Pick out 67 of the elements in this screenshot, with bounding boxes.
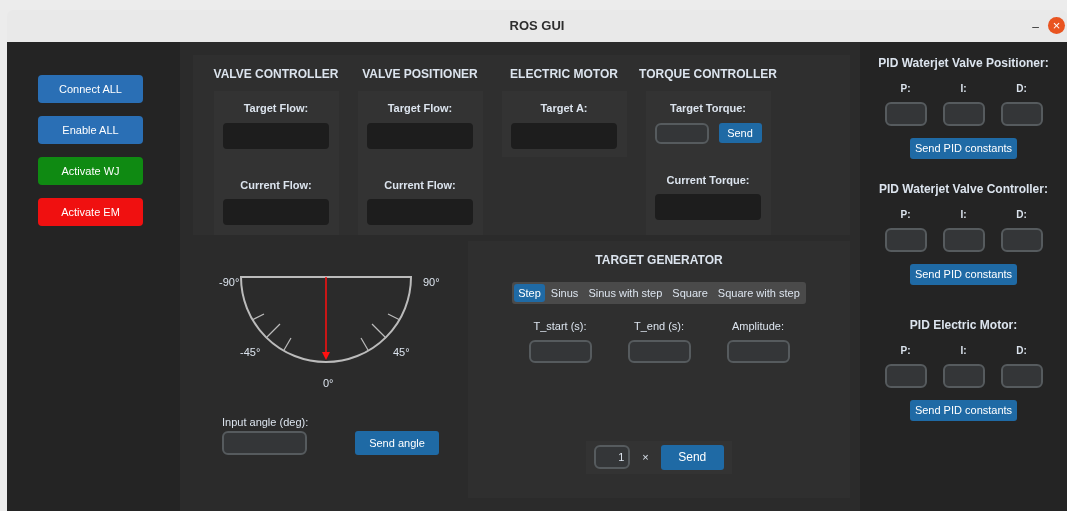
param-input-field[interactable]: [528, 339, 592, 363]
close-button[interactable]: ×: [1048, 17, 1065, 34]
angle-input-field[interactable]: [222, 431, 307, 455]
module-title: ELECTRIC MOTOR: [510, 66, 618, 83]
input-angle-label: Input angle (deg):: [222, 415, 309, 430]
module-title: VALVE CONTROLLER: [213, 66, 339, 83]
field-label: Current Torque:: [666, 172, 750, 188]
action-button[interactable]: Enable ALL: [38, 116, 143, 144]
gain-label: P:: [900, 208, 911, 222]
gain-input-field[interactable]: [884, 364, 927, 388]
param-label: T_start (s):: [533, 319, 587, 334]
gain-input-field[interactable]: [884, 228, 927, 252]
gain-input-field[interactable]: [942, 228, 985, 252]
send-pid-button[interactable]: Send PID constants: [910, 264, 1017, 285]
pid-title: PID Electric Motor:: [909, 317, 1018, 334]
input-field[interactable]: [654, 122, 709, 144]
action-button[interactable]: Activate EM: [38, 198, 143, 226]
gain-label: I:: [960, 344, 967, 358]
field-label: Target Flow:: [243, 101, 309, 116]
multiply-sign: ×: [642, 449, 649, 465]
gain-input-field[interactable]: [1000, 228, 1043, 252]
mode-tab[interactable]: Sinus with step: [584, 284, 667, 302]
param-input-field[interactable]: [726, 339, 790, 363]
param-label: Amplitude:: [732, 319, 784, 334]
gain-input-field[interactable]: [942, 102, 985, 126]
send-button[interactable]: Send: [718, 123, 762, 143]
angle-label: -45°: [240, 345, 261, 360]
pid-title: PID Waterjet Valve Controller:: [879, 181, 1048, 198]
module-title: VALVE POSITIONER: [362, 66, 478, 83]
angle-label: 0°: [323, 376, 334, 391]
field-label: Current Flow:: [384, 177, 456, 193]
send-angle-button[interactable]: Send angle: [355, 431, 439, 455]
angle-label: -90°: [219, 275, 240, 290]
gain-input-field[interactable]: [942, 364, 985, 388]
send-pid-button[interactable]: Send PID constants: [910, 138, 1017, 159]
gain-label: D:: [1016, 344, 1027, 358]
pid-title: PID Waterjet Valve Positioner:: [878, 55, 1049, 72]
action-button[interactable]: Connect ALL: [38, 75, 143, 103]
gain-input-field[interactable]: [884, 102, 927, 126]
field-label: Target A:: [540, 101, 588, 116]
mode-tab[interactable]: Square: [668, 284, 712, 302]
generator-title: TARGET GENERATOR: [595, 252, 723, 269]
gain-label: D:: [1016, 82, 1027, 96]
send-pid-button[interactable]: Send PID constants: [910, 400, 1017, 421]
send-button[interactable]: Send: [660, 444, 724, 470]
gain-input-field[interactable]: [1000, 364, 1043, 388]
mode-tab[interactable]: Square with step: [713, 284, 804, 302]
gain-label: I:: [960, 82, 967, 96]
mode-tab[interactable]: Sinus: [546, 284, 583, 302]
mode-tab[interactable]: Step: [514, 284, 545, 302]
window-title: ROS GUI: [509, 17, 565, 36]
angle-label: 90°: [423, 275, 440, 290]
count-input-field[interactable]: 1: [594, 445, 631, 469]
field-label: Target Torque:: [670, 101, 746, 116]
gain-input-field[interactable]: [1000, 102, 1043, 126]
field-label: Target Flow:: [387, 101, 453, 116]
param-label: T_end (s):: [633, 319, 685, 334]
minimize-button[interactable]: –: [1032, 18, 1039, 36]
module-title: TORQUE CONTROLLER: [639, 66, 777, 83]
action-button[interactable]: Activate WJ: [38, 157, 143, 185]
gain-label: D:: [1016, 208, 1027, 222]
gain-label: I:: [960, 208, 967, 222]
gain-label: P:: [900, 344, 911, 358]
field-label: Current Flow:: [240, 177, 312, 193]
param-input-field[interactable]: [627, 339, 691, 363]
gain-label: P:: [900, 82, 911, 96]
angle-label: 45°: [393, 345, 410, 360]
